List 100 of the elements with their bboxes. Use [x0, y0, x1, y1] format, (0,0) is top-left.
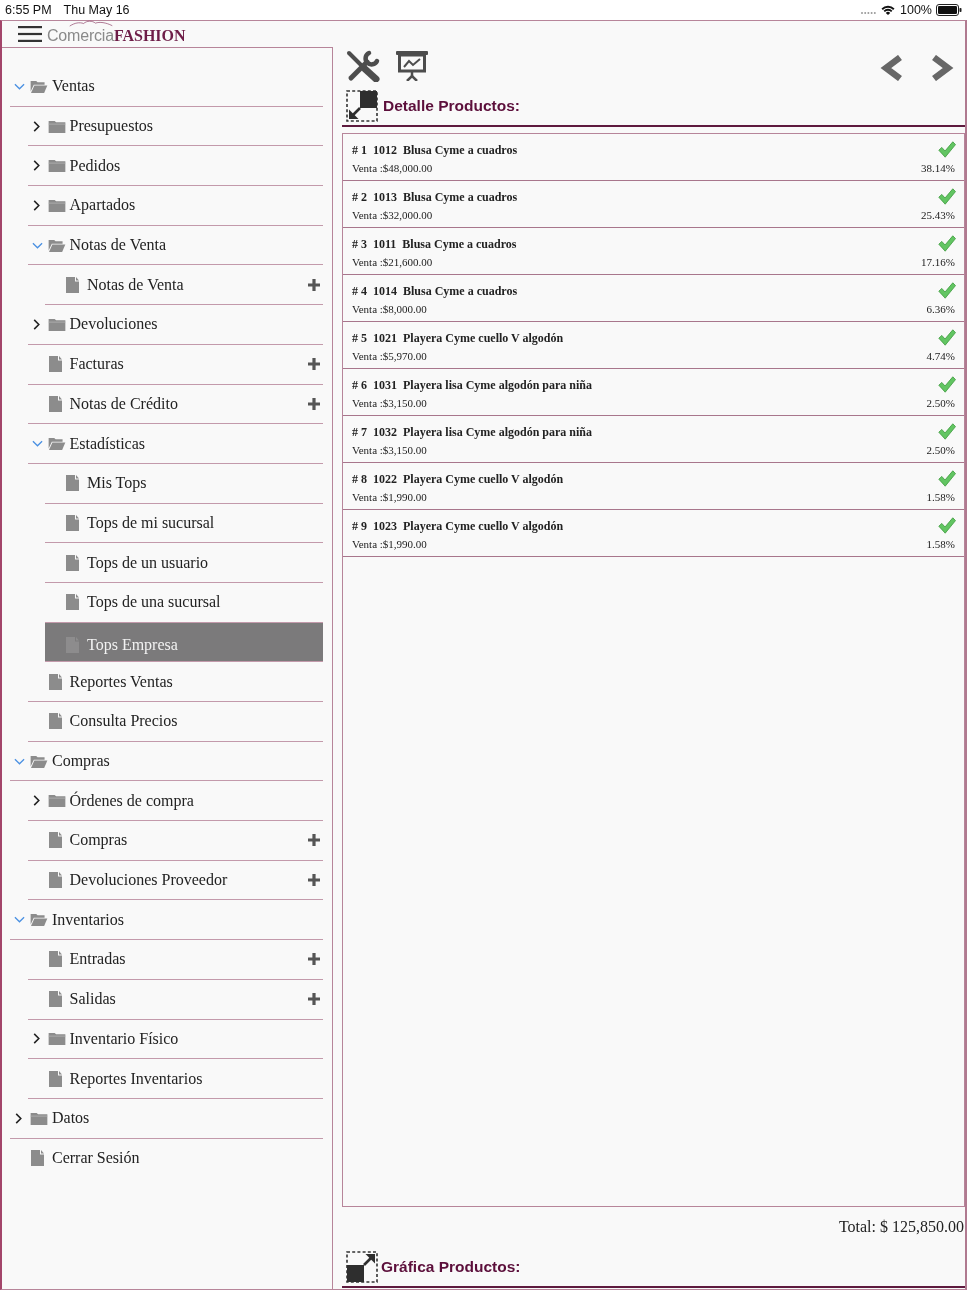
sale-share: 2.50%	[926, 396, 955, 411]
sale-amount: Venta :$21,600.00	[352, 255, 434, 270]
sidebar-item[interactable]: Notas de Venta	[27, 225, 323, 266]
sidebar-item[interactable]: Notas de Crédito	[27, 384, 323, 425]
sale-amount: Venta :$3,150.00	[352, 443, 428, 458]
product-code: 1021	[373, 330, 397, 347]
folder-icon	[30, 1111, 48, 1125]
chevron-right-icon[interactable]	[32, 120, 40, 132]
plus-icon[interactable]	[308, 397, 320, 410]
sidebar-item[interactable]: Consulta Precios	[27, 702, 323, 742]
product-code: 1013	[373, 189, 397, 206]
product-row[interactable]: # 1 1012 Blusa Cyme a cuadros Venta :$48,000.00 38.14%	[343, 134, 964, 181]
sidebar-item[interactable]: Datos	[10, 1098, 323, 1139]
product-name: Playera Cyme cuello V algodón	[403, 330, 564, 347]
file-icon	[66, 475, 79, 492]
resize-icon[interactable]	[346, 1250, 378, 1283]
plus-icon[interactable]	[308, 278, 320, 291]
signal-dots-icon	[861, 11, 876, 14]
product-row[interactable]: # 7 1032 Playera lisa Cyme algodón para niña Venta :$3,150.00 2.50%	[343, 416, 964, 463]
product-row[interactable]: # 5 1021 Playera Cyme cuello V algodón Venta :$5,970.00 4.74%	[343, 322, 964, 369]
sidebar-item[interactable]: Cerrar Sesión	[10, 1138, 323, 1179]
sidebar-item[interactable]: Compras	[27, 821, 323, 861]
sidebar-item[interactable]: Mis Tops	[45, 463, 323, 504]
presentation-board-icon[interactable]	[396, 51, 428, 81]
sidebar-item[interactable]: Reportes Inventarios	[27, 1059, 323, 1099]
rank-label: # 6	[352, 377, 367, 394]
product-row[interactable]: # 3 1011 Blusa Cyme a cuadros Venta :$21,600.00 17.16%	[343, 228, 964, 275]
plus-icon[interactable]	[308, 993, 320, 1006]
file-icon	[48, 951, 62, 968]
sidebar-item[interactable]: Estadísticas	[27, 424, 323, 464]
folder-icon	[47, 317, 66, 331]
chevron-right-icon[interactable]	[15, 1112, 22, 1124]
sidebar-item[interactable]: Presupuestos	[27, 106, 323, 147]
product-code: 1022	[373, 471, 397, 488]
file-icon	[66, 594, 79, 611]
sidebar-item[interactable]: Notas de Venta	[45, 265, 323, 306]
sidebar-item[interactable]: Órdenes de compra	[27, 781, 323, 822]
plus-icon[interactable]	[308, 953, 320, 966]
chevron-right-icon[interactable]	[32, 795, 40, 807]
file-icon	[48, 673, 62, 690]
file-icon	[48, 395, 62, 412]
open-folder-icon	[47, 437, 66, 451]
chevron-down-icon[interactable]	[14, 916, 25, 924]
rank-label: # 5	[352, 330, 367, 347]
time-label: 6:55 PM	[5, 3, 52, 17]
sidebar-item[interactable]: Reportes Ventas	[27, 662, 323, 702]
product-row[interactable]: # 9 1023 Playera Cyme cuello V algodón Venta :$1,990.00 1.58%	[343, 510, 964, 557]
sidebar-item[interactable]: Tops de una sucursal	[45, 582, 323, 623]
chevron-right-icon[interactable]	[32, 1033, 40, 1045]
product-code: 1031	[373, 377, 397, 394]
plus-icon[interactable]	[308, 834, 320, 847]
rank-label: # 3	[352, 236, 367, 253]
sidebar-item[interactable]: Apartados	[27, 186, 323, 226]
chevron-right-icon[interactable]	[32, 318, 40, 330]
sidebar-item[interactable]: Compras	[10, 741, 323, 782]
sidebar-item[interactable]: Tops de un usuario	[45, 543, 323, 583]
sale-share: 17.16%	[921, 255, 955, 270]
folder-icon	[47, 1032, 66, 1046]
sidebar-item[interactable]: Salidas	[27, 979, 323, 1020]
sale-share: 1.58%	[926, 537, 955, 552]
menu-icon[interactable]	[18, 26, 42, 42]
tools-icon[interactable]	[346, 50, 380, 82]
sidebar-item[interactable]: Inventarios	[10, 900, 323, 941]
resize-icon[interactable]	[346, 90, 378, 122]
sidebar-item[interactable]: Tops de mi sucursal	[45, 503, 323, 544]
product-name: Blusa Cyme a cuadros	[402, 236, 517, 253]
product-row[interactable]: # 8 1022 Playera Cyme cuello V algodón Venta :$1,990.00 1.58%	[343, 463, 964, 510]
sidebar-item[interactable]: Devoluciones Proveedor	[27, 860, 323, 901]
chevron-down-icon[interactable]	[14, 82, 25, 90]
product-name: Blusa Cyme a cuadros	[403, 283, 518, 300]
product-row[interactable]: # 4 1014 Blusa Cyme a cuadros Venta :$8,000.00 6.36%	[343, 275, 964, 322]
sale-amount: Venta :$3,150.00	[352, 396, 428, 411]
product-name: Playera Cyme cuello V algodón	[403, 518, 564, 535]
sidebar-item[interactable]: Inventario Físico	[27, 1019, 323, 1060]
folder-icon	[47, 119, 66, 133]
sidebar-item[interactable]: Entradas	[27, 940, 323, 980]
chevron-right-icon[interactable]	[32, 199, 40, 211]
sidebar-item[interactable]: Pedidos	[27, 146, 323, 187]
plus-icon[interactable]	[308, 874, 320, 887]
chevron-right-icon[interactable]	[32, 160, 40, 172]
product-row[interactable]: # 6 1031 Playera lisa Cyme algodón para niña Venta :$3,150.00 2.50%	[343, 369, 964, 416]
chevron-down-icon[interactable]	[31, 241, 43, 249]
battery-percent: 100%	[900, 3, 932, 17]
chevron-down-icon[interactable]	[31, 440, 43, 448]
product-row[interactable]: # 2 1013 Blusa Cyme a cuadros Venta :$32,000.00 25.43%	[343, 181, 964, 228]
product-code: 1014	[373, 283, 397, 300]
rank-label: # 4	[352, 283, 367, 300]
product-code: 1032	[373, 424, 397, 441]
sidebar-item[interactable]: Ventas	[10, 67, 323, 107]
sale-share: 25.43%	[921, 208, 955, 223]
sale-amount: Venta :$48,000.00	[352, 161, 434, 176]
rank-label: # 8	[352, 471, 367, 488]
sidebar-item[interactable]: Tops Empresa	[45, 622, 323, 663]
chevron-down-icon[interactable]	[14, 757, 25, 765]
date-label: Thu May 16	[63, 3, 130, 17]
plus-icon[interactable]	[308, 358, 320, 371]
sidebar-item[interactable]: Facturas	[27, 344, 323, 385]
sidebar-item[interactable]: Devoluciones	[27, 305, 323, 345]
open-folder-icon	[30, 913, 48, 927]
sale-share: 2.50%	[926, 443, 955, 458]
